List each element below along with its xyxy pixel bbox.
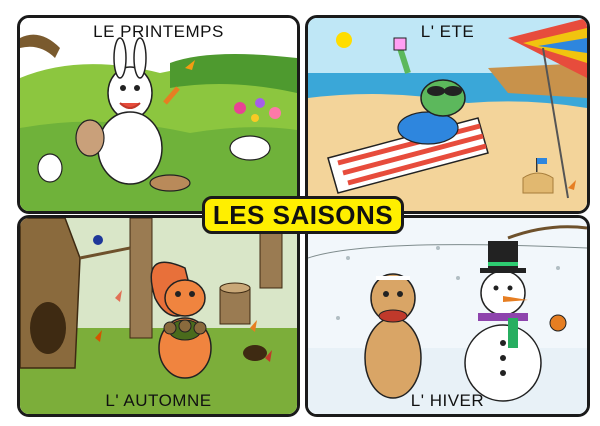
summer-caption: L' ETE [420,22,475,41]
bird-icon [93,235,103,245]
autumn-illustration [20,218,297,414]
title-badge: LES SAISONS [202,196,404,234]
autumn-panel: L' AUTOMNE [17,215,300,417]
spring-caption: LE PRINTEMPS [93,22,224,41]
spring-illustration [20,18,297,211]
summer-illustration [308,18,587,211]
winter-illustration [308,218,587,414]
summer-panel: L' ETE [305,15,590,214]
autumn-caption: L' AUTOMNE [105,391,212,410]
robin-icon [549,314,567,332]
winter-panel: L' HIVER [305,215,590,417]
winter-caption: L' HIVER [410,391,485,410]
spring-panel: LE PRINTEMPS [17,15,300,214]
page-title: LES SAISONS [212,199,394,230]
